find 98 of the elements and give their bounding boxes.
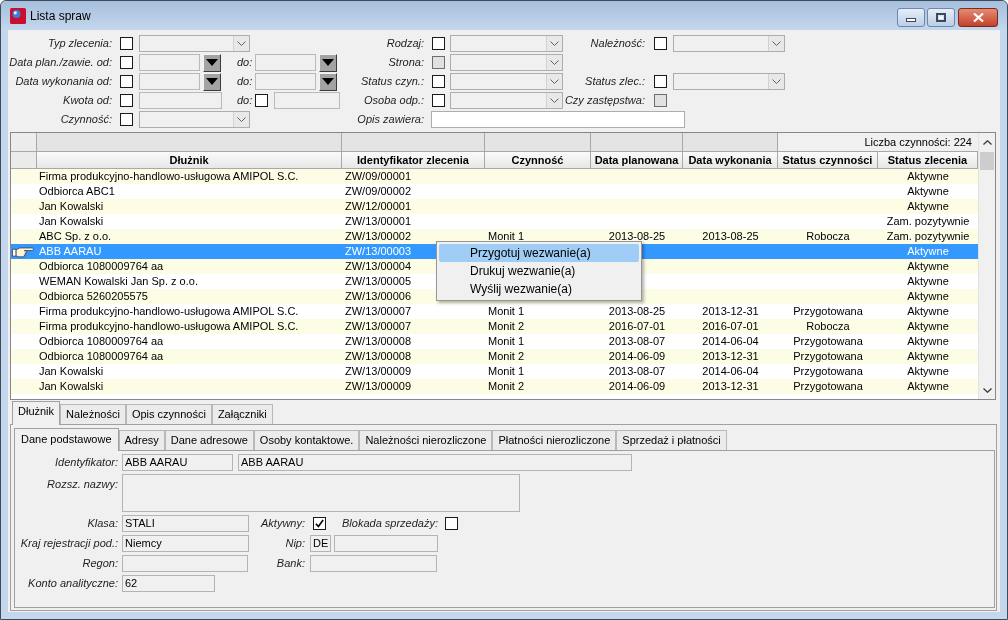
- table-cell-text: ZW/09/00002: [344, 184, 413, 199]
- table-cell-text: Aktywne: [906, 319, 950, 334]
- filter-label: Status czyn.:: [360, 74, 424, 90]
- table-cell-text: Odbiorca 1080009764 aa: [38, 334, 165, 349]
- filter-label: do:: [237, 55, 253, 71]
- table-cell-text: ZW/13/00009: [344, 379, 413, 394]
- filter-label: Opis zawiera:: [356, 112, 424, 128]
- filter-label: Data wykonania od:: [14, 74, 112, 90]
- table-cell-text: Odbiorca 1080009764 aa: [38, 259, 165, 274]
- table-cell-text: 2013-08-25: [607, 229, 667, 244]
- table-cell-text: Monit 1: [487, 304, 526, 319]
- table-cell-text: Jan Kowalski: [38, 214, 105, 229]
- table-cell-text: Przygotowana: [792, 364, 864, 379]
- table-cell-text: Zam. pozytywnie: [885, 214, 971, 229]
- table-cell-text: 2013-08-07: [607, 364, 667, 379]
- table-cell-text: 2013-08-07: [607, 334, 667, 349]
- table-cell-text: WEMAN Kowalski Jan Sp. z o.o.: [38, 274, 199, 289]
- field-label: Bank:: [275, 556, 305, 572]
- filter-label: Strona:: [387, 55, 424, 71]
- field-label: Konto analityczne:: [27, 576, 118, 592]
- table-cell-text: 2013-12-31: [701, 379, 760, 394]
- table-cell-text: Monit 1: [487, 364, 526, 379]
- table-cell-text: 2016-07-01: [607, 319, 667, 334]
- table-cell-text: ZW/13/00002: [344, 229, 413, 244]
- table-cell-text: ZW/13/00007: [344, 304, 413, 319]
- table-cell-text: Jan Kowalski: [38, 379, 105, 394]
- table-cell-text: ZW/13/00008: [344, 334, 413, 349]
- field-label: Nip:: [284, 536, 305, 552]
- table-cell-text: Robocza: [805, 319, 851, 334]
- field-label: Blokada sprzedaży:: [341, 516, 438, 532]
- table-cell-text: 2013-12-31: [701, 304, 760, 319]
- filter-label: do:: [237, 93, 253, 109]
- table-cell-text: Firma produkcyjno-handlowo-usługowa AMIPOL S.C.: [38, 169, 300, 184]
- table-cell-text: ABB AARAU: [38, 244, 103, 259]
- table-cell-text: Monit 2: [487, 379, 526, 394]
- table-cell-text: Odbiorca 1080009764 aa: [38, 349, 165, 364]
- filter-label: Czy zastępstwa:: [563, 93, 645, 109]
- table-cell-text: ZW/13/00005: [344, 274, 413, 289]
- table-cell-text: Monit 1: [487, 229, 526, 244]
- field-label: Kraj rejestracji pod.:: [19, 536, 118, 552]
- table-cell-text: Jan Kowalski: [38, 364, 105, 379]
- table-cell-text: Przygotowana: [792, 349, 864, 364]
- table-cell-text: Aktywne: [906, 289, 950, 304]
- table-cell-text: Aktywne: [906, 199, 950, 214]
- table-cell-text: Aktywne: [906, 274, 950, 289]
- table-cell-text: ZW/13/00008: [344, 349, 413, 364]
- table-cell-text: Monit 2: [487, 349, 526, 364]
- table-cell-text: Aktywne: [906, 184, 950, 199]
- table-cell-text: Monit 2: [487, 319, 526, 334]
- filter-label: do:: [237, 74, 253, 90]
- table-cell-text: 2013-08-25: [701, 229, 760, 244]
- table-cell-text: Firma produkcyjno-handlowo-usługowa AMIPOL S.C.: [38, 304, 300, 319]
- filter-label: Kwota od:: [62, 93, 112, 109]
- table-cell-text: Odbiorca ABC1: [38, 184, 116, 199]
- table-cell-text: Aktywne: [906, 364, 950, 379]
- table-cell-text: Aktywne: [906, 379, 950, 394]
- filter-label: Osoba odp.:: [363, 93, 424, 109]
- table-cell-text: 2014-06-09: [607, 349, 667, 364]
- table-cell-text: 2014-06-04: [701, 334, 760, 349]
- table-cell-text: Aktywne: [906, 304, 950, 319]
- table-cell-text: Aktywne: [906, 349, 950, 364]
- table-cell-text: ZW/13/00009: [344, 364, 413, 379]
- filter-label: Data plan./zawie. od:: [8, 55, 112, 71]
- table-cell-text: 2013-12-31: [701, 349, 760, 364]
- table-cell-text: ZW/09/00001: [344, 169, 413, 184]
- table-cell-text: Przygotowana: [792, 334, 864, 349]
- table-cell-text: Przygotowana: [792, 304, 864, 319]
- field-label: Klasa:: [86, 516, 118, 532]
- table-cell-text: Aktywne: [906, 169, 950, 184]
- table-cell-text: Zam. pozytywnie: [885, 229, 971, 244]
- table-cell-text: Aktywne: [906, 334, 950, 349]
- field-label: Regon:: [81, 556, 118, 572]
- table-cell-text: ZW/13/00007: [344, 319, 413, 334]
- window-title: Lista spraw: [30, 8, 91, 24]
- table-cell-text: Odbiorca 5260205575: [38, 289, 149, 304]
- table-cell-text: 2013-08-25: [607, 304, 667, 319]
- table-cell-text: Robocza: [805, 229, 851, 244]
- table-cell-text: Firma produkcyjno-handlowo-usługowa AMIPOL S.C.: [38, 319, 300, 334]
- filter-label: Należność:: [589, 36, 645, 52]
- field-label: Identyfikator:: [54, 455, 118, 471]
- table-cell-text: Jan Kowalski: [38, 199, 105, 214]
- table-cell-text: 2016-07-01: [701, 319, 760, 334]
- record-count-text: Liczba czynności: 224: [864, 134, 972, 150]
- table-cell-text: Aktywne: [906, 259, 950, 274]
- filter-label: Typ zlecenia:: [47, 36, 112, 52]
- table-cell-text: Przygotowana: [792, 379, 864, 394]
- table-cell-text: ZW/13/00001: [344, 214, 413, 229]
- table-cell-text: ABC Sp. z o.o.: [38, 229, 113, 244]
- table-cell-text: 2014-06-04: [701, 364, 760, 379]
- table-cell-text: 2014-06-09: [607, 379, 667, 394]
- table-cell-text: ZW/12/00001: [344, 199, 413, 214]
- filter-label: Status zlec.:: [584, 74, 645, 90]
- filter-label: Rodzaj:: [385, 36, 424, 52]
- field-label: Rozsz. nazwy:: [46, 477, 118, 492]
- table-cell-text: Monit 1: [487, 334, 526, 349]
- table-cell-text: Aktywne: [906, 244, 950, 259]
- filter-label: Czynność:: [59, 112, 112, 128]
- field-label: Aktywny:: [259, 516, 305, 532]
